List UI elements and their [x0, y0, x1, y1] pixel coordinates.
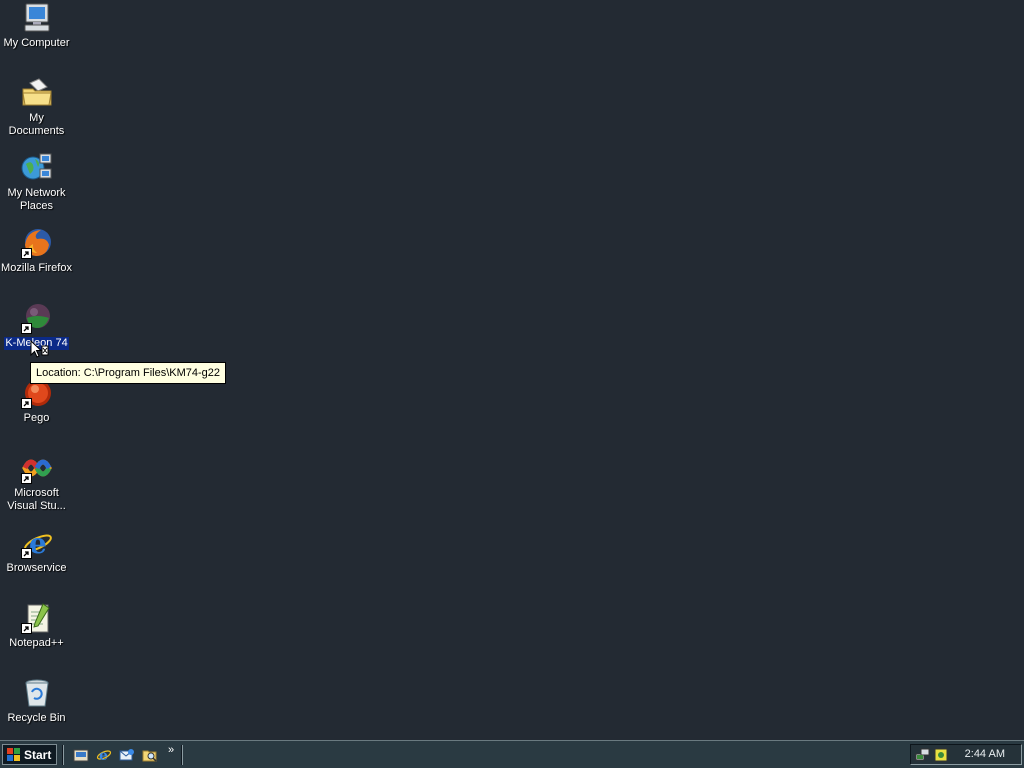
- desktop-icon-notepad-plus-plus[interactable]: Notepad++: [0, 602, 73, 650]
- desktop-icon-label: Microsoft Visual Stu...: [7, 487, 66, 512]
- computer-icon: [21, 2, 53, 34]
- visual-studio-icon: [20, 452, 53, 484]
- svg-text:e: e: [99, 748, 108, 763]
- desktop-icon-visual-studio[interactable]: Microsoft Visual Stu...: [0, 452, 73, 513]
- desktop-icon-browservice[interactable]: e Browservice: [0, 527, 73, 575]
- desktop-icon-mozilla-firefox[interactable]: Mozilla Firefox: [0, 227, 73, 275]
- desktop-icon-label: Recycle Bin: [7, 712, 66, 724]
- start-button[interactable]: Start: [2, 744, 57, 765]
- desktop-icon-label: My Network Places: [7, 187, 66, 212]
- shortcut-arrow-icon: [20, 323, 32, 334]
- desktop-icon-my-documents[interactable]: My Documents: [0, 77, 73, 138]
- show-desktop-icon[interactable]: [73, 747, 89, 763]
- shortcut-arrow-icon: [20, 398, 32, 409]
- quick-launch-overflow-button[interactable]: »: [168, 744, 174, 756]
- shortcut-arrow-icon: [20, 548, 32, 559]
- security-alert-icon[interactable]: [933, 747, 949, 763]
- desktop[interactable]: My Computer My Documents My Network Plac…: [0, 0, 1024, 740]
- shortcut-arrow-icon: [20, 248, 32, 259]
- recycle-bin-icon: [21, 677, 53, 709]
- notepad-plus-plus-icon: [20, 602, 53, 634]
- location-tooltip: Location: C:\Program Files\KM74-g22: [30, 362, 227, 384]
- taskbar: Start e » 2:44 AM: [0, 740, 1024, 768]
- shortcut-arrow-icon: [20, 473, 32, 484]
- desktop-icon-label: My Documents: [8, 112, 65, 137]
- clock[interactable]: 2:44 AM: [965, 748, 1005, 760]
- internet-explorer-icon: e: [20, 527, 53, 560]
- network-globe-icon: [21, 152, 53, 184]
- desktop-icon-label: Pego: [23, 412, 50, 424]
- desktop-icon-my-computer[interactable]: My Computer: [0, 2, 73, 50]
- start-label: Start: [24, 747, 52, 762]
- search-folder-icon[interactable]: [142, 747, 158, 763]
- internet-explorer-quicklaunch-icon[interactable]: e: [96, 747, 112, 764]
- firefox-icon: [20, 227, 53, 259]
- desktop-icon-label: Browservice: [6, 562, 67, 574]
- desktop-icon-label: My Computer: [3, 37, 70, 49]
- taskbar-separator: [181, 745, 183, 765]
- desktop-icon-my-network-places[interactable]: My Network Places: [0, 152, 73, 213]
- windows-logo-icon: [7, 747, 21, 762]
- k-meleon-icon: [20, 302, 53, 334]
- desktop-icon-pego[interactable]: Pego: [0, 377, 73, 425]
- desktop-icon-recycle-bin[interactable]: Recycle Bin: [0, 677, 73, 725]
- shortcut-arrow-icon: [20, 623, 32, 634]
- mouse-cursor-icon: [30, 339, 50, 365]
- taskbar-separator: [62, 745, 64, 765]
- network-connection-icon[interactable]: [915, 747, 931, 763]
- outlook-express-icon[interactable]: [119, 747, 135, 763]
- desktop-icon-label: Mozilla Firefox: [1, 262, 72, 274]
- folder-icon: [21, 77, 53, 109]
- system-tray: 2:44 AM: [910, 744, 1022, 765]
- desktop-icon-label: Notepad++: [9, 637, 64, 649]
